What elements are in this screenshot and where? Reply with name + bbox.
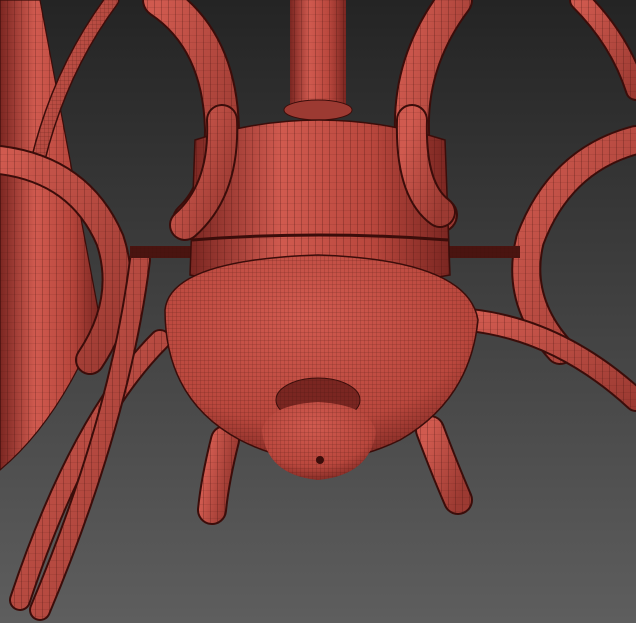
chandelier-wireframe-render [0, 0, 636, 623]
ceiling-stem [283, 0, 353, 121]
3d-viewport[interactable] [0, 0, 636, 623]
